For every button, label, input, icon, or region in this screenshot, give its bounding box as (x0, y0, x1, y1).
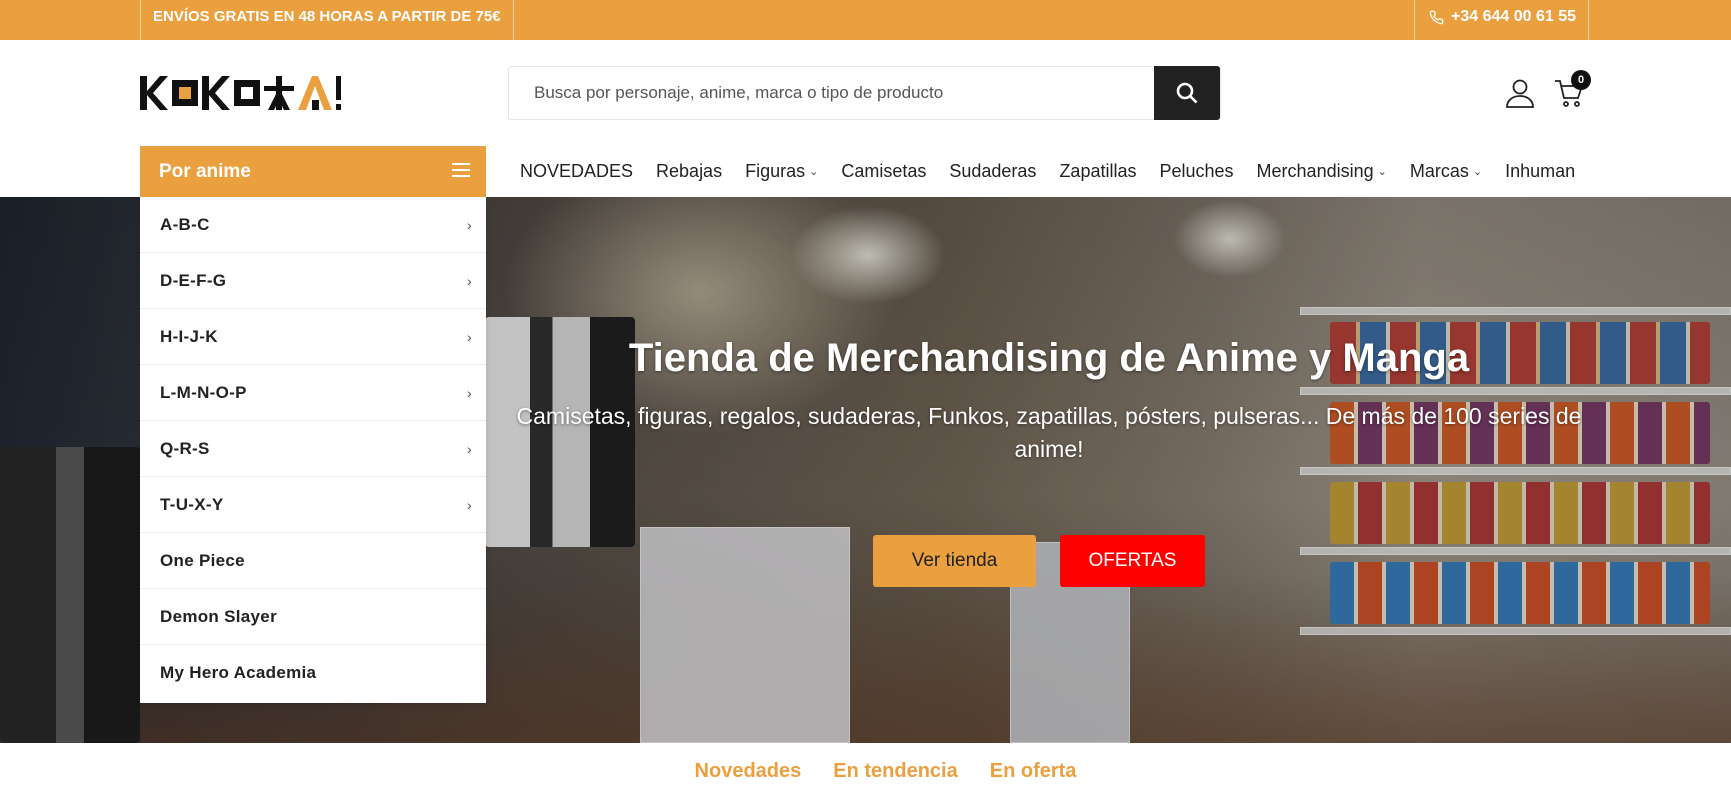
chevron-right-icon: › (467, 497, 472, 513)
chevron-down-icon: ⌄ (809, 166, 819, 178)
main-nav: NOVEDADES Rebajas Figuras ⌄ Camisetas Sud… (520, 146, 1575, 197)
search-button[interactable] (1154, 66, 1220, 120)
category-item-my-hero-academia[interactable]: My Hero Academia (140, 645, 486, 701)
nav-item-zapatillas[interactable]: Zapatillas (1059, 161, 1136, 182)
category-dropdown: A-B-C › D-E-F-G › H-I-J-K › L-M-N-O-P › Q-R-… (140, 197, 486, 703)
chevron-down-icon: ⌄ (1377, 166, 1387, 178)
nav-item-inhuman[interactable]: Inhuman (1505, 161, 1575, 182)
cart-count-badge: 0 (1571, 70, 1591, 90)
cart-button[interactable]: 0 (1554, 70, 1591, 108)
user-icon[interactable] (1505, 78, 1535, 108)
nav-item-marcas[interactable]: Marcas ⌄ (1410, 161, 1482, 182)
category-item-d-e-f-g[interactable]: D-E-F-G › (140, 253, 486, 309)
nav-item-sudaderas[interactable]: Sudaderas (949, 161, 1036, 182)
phone-number: +34 644 00 61 55 (1450, 8, 1576, 25)
chevron-down-icon: ⌄ (1472, 166, 1483, 178)
free-shipping-banner: ENVÍOS GRATIS EN 48 HORAS A PARTIR DE 75… (140, 0, 514, 40)
top-bar: ENVÍOS GRATIS EN 48 HORAS A PARTIR DE 75… (0, 0, 1731, 40)
chevron-right-icon: › (467, 441, 472, 457)
category-menu-toggle[interactable]: Por anime (140, 146, 486, 197)
search-input[interactable] (509, 67, 1155, 119)
chevron-right-icon: › (467, 329, 472, 345)
tab-en-tendencia[interactable]: En tendencia (833, 760, 957, 783)
phone-icon (1429, 10, 1444, 25)
ofertas-button[interactable]: OFERTAS (1060, 535, 1205, 587)
nav-item-figuras[interactable]: Figuras ⌄ (745, 161, 818, 182)
nav-item-peluches[interactable]: Peluches (1159, 161, 1233, 182)
search-bar (508, 66, 1221, 120)
category-item-h-i-j-k[interactable]: H-I-J-K › (140, 309, 486, 365)
category-item-one-piece[interactable]: One Piece (140, 533, 486, 589)
hero-title: Tienda de Merchandising de Anime y Manga (628, 336, 1470, 380)
product-tabs: Novedades En tendencia En oferta (0, 743, 1731, 800)
category-item-demon-slayer[interactable]: Demon Slayer (140, 589, 486, 645)
category-item-l-m-n-o-p[interactable]: L-M-N-O-P › (140, 365, 486, 421)
nav-item-novedades[interactable]: NOVEDADES (520, 161, 633, 182)
hamburger-icon (452, 163, 470, 179)
phone-link[interactable]: +34 644 00 61 55 (1413, 0, 1589, 40)
category-item-a-b-c[interactable]: A-B-C › (140, 197, 486, 253)
category-item-t-u-x-y[interactable]: T-U-X-Y › (140, 477, 486, 533)
nav-item-merchandising[interactable]: Merchandising ⌄ (1257, 161, 1387, 182)
site-logo[interactable] (140, 76, 362, 110)
chevron-right-icon: › (467, 273, 472, 289)
search-icon (1176, 82, 1198, 104)
chevron-right-icon: › (467, 217, 472, 233)
category-menu-label: Por anime (159, 161, 251, 182)
nav-item-rebajas[interactable]: Rebajas (656, 161, 722, 182)
category-item-q-r-s[interactable]: Q-R-S › (140, 421, 486, 477)
tab-novedades[interactable]: Novedades (695, 760, 802, 783)
chevron-right-icon: › (467, 385, 472, 401)
hero-subtitle: Camisetas, figuras, regalos, sudaderas, … (516, 403, 1582, 462)
nav-item-camisetas[interactable]: Camisetas (841, 161, 926, 182)
ver-tienda-button[interactable]: Ver tienda (873, 535, 1036, 587)
tab-en-oferta[interactable]: En oferta (990, 760, 1077, 783)
